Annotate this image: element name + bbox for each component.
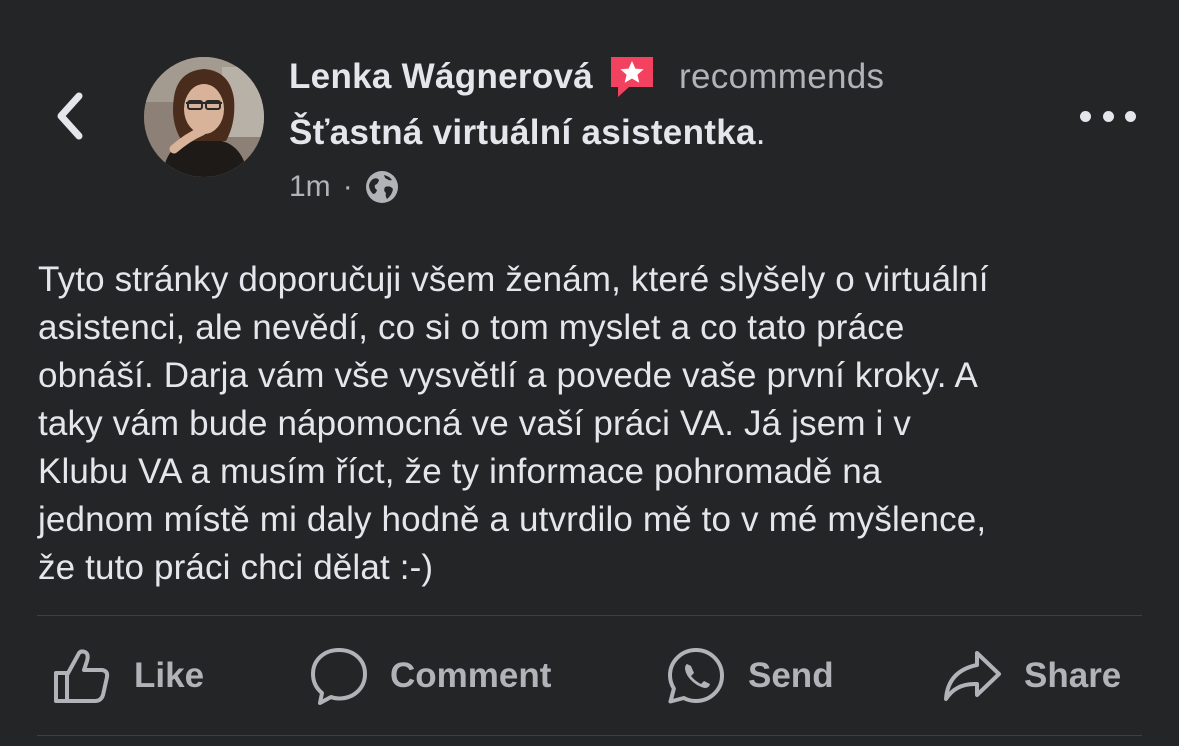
share-icon [944, 651, 1001, 701]
post-line: Klubu VA a musím říct, že ty informace p… [38, 452, 882, 491]
send-button[interactable]: Send [666, 640, 834, 712]
post-body: Tyto stránky doporučuji všem ženám, kter… [38, 256, 1148, 592]
like-button[interactable]: Like [52, 640, 204, 712]
post-timestamp[interactable]: 1m [289, 170, 331, 204]
post-header: Lenka Wágnerová recommends Šťastná virtu… [289, 54, 884, 156]
header-line: Lenka Wágnerová recommends [289, 54, 884, 100]
recommendation-star-icon [607, 54, 657, 100]
back-button[interactable] [50, 88, 90, 144]
share-button[interactable]: Share [942, 640, 1121, 712]
chevron-left-icon [57, 92, 83, 140]
meta-separator: · [342, 170, 353, 203]
recommended-page-name[interactable]: Šťastná virtuální asistentka [289, 113, 756, 153]
globe-icon[interactable] [365, 170, 399, 204]
more-options-button[interactable] [1080, 102, 1136, 130]
page-name-period: . [755, 113, 766, 152]
comment-label: Comment [390, 656, 552, 695]
share-label: Share [1024, 656, 1122, 695]
divider [37, 735, 1142, 736]
recommends-text: recommends [679, 57, 885, 96]
more-horizontal-icon-dot [1080, 110, 1091, 122]
action-bar: Like Comment Send Share [0, 640, 1179, 712]
send-label: Send [748, 656, 834, 695]
post-line: asistenci, ale nevědí, co si o tom mysle… [38, 308, 905, 347]
post-meta: 1m · [289, 166, 399, 208]
comment-icon [311, 648, 367, 705]
post-line: obnáší. Darja vám vše vysvětlí a povede … [38, 356, 979, 395]
like-label: Like [134, 656, 205, 695]
avatar-photo [144, 57, 264, 177]
comment-button[interactable]: Comment [310, 640, 551, 712]
whatsapp-icon [668, 648, 724, 704]
post-line: taky vám bude nápomocná ve vaší práci VA… [38, 404, 911, 443]
author-name[interactable]: Lenka Wágnerová [289, 57, 593, 97]
post-line: že tuto práci chci dělat :-) [38, 548, 434, 587]
more-horizontal-icon-dot [1125, 110, 1136, 122]
recommended-page-line: Šťastná virtuální asistentka. [289, 110, 884, 156]
divider [37, 615, 1142, 616]
post-line: jednom místě mi daly hodně a utvrdilo mě… [38, 500, 987, 539]
more-horizontal-icon-dot [1102, 110, 1114, 122]
avatar[interactable] [144, 57, 264, 177]
like-icon [54, 649, 110, 703]
post-line: Tyto stránky doporučuji všem ženám, kter… [38, 260, 989, 299]
